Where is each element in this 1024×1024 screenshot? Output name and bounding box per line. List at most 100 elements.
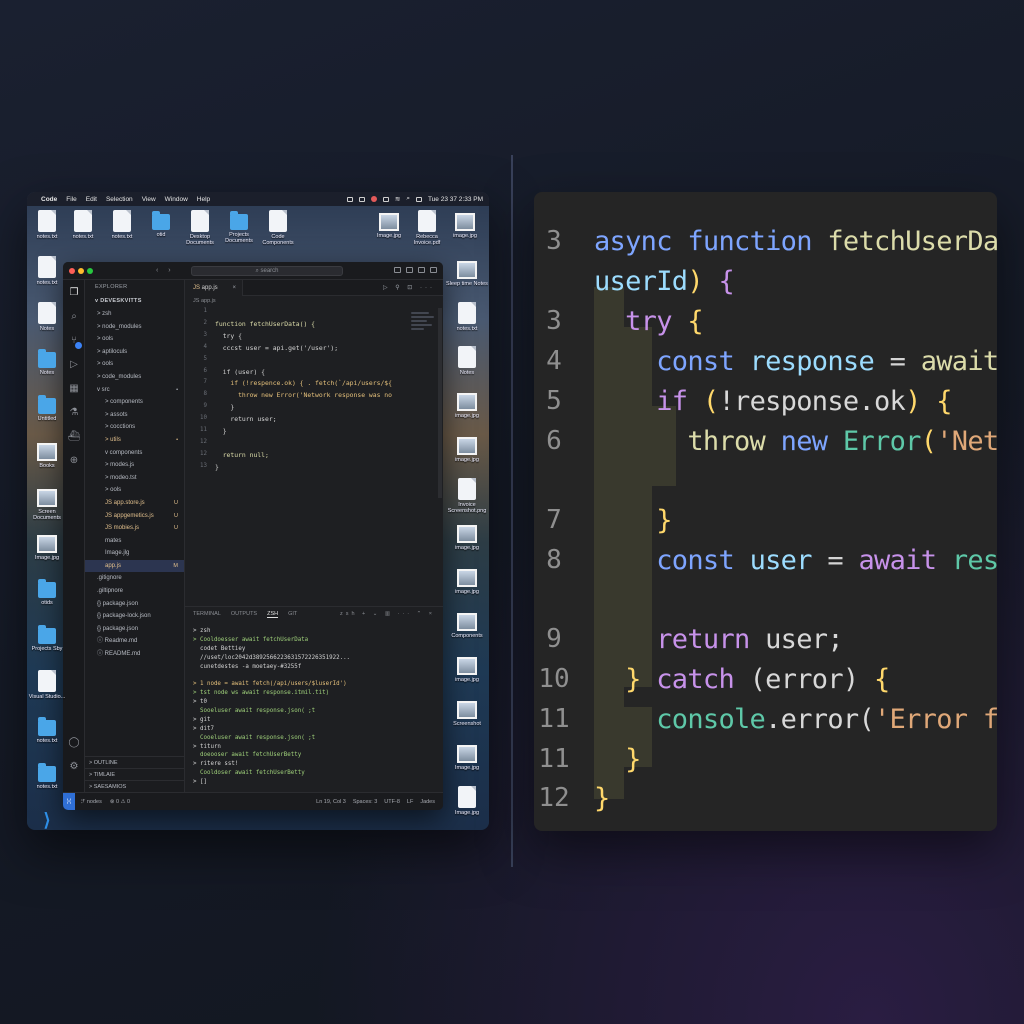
zoom-window-button[interactable] [87, 267, 93, 274]
tree-item[interactable]: > ools [85, 333, 184, 346]
status-branch[interactable]: ℱ nodes [81, 799, 102, 805]
timeline-section[interactable]: > TIMLAIE [85, 768, 184, 780]
panel-tab-zsh[interactable]: ZSH [267, 611, 279, 618]
sessions-section[interactable]: > SAESAMIOS [85, 780, 184, 792]
tree-item[interactable]: {} package-lock.json [85, 610, 184, 623]
minimize-window-button[interactable] [78, 267, 84, 274]
desktop-item[interactable]: notes.txt [61, 210, 105, 240]
desktop-item[interactable]: Screenshot [445, 698, 489, 727]
status-cursor-position[interactable]: Ln 19, Col 3 [316, 799, 346, 805]
files-icon[interactable]: ❐ [67, 286, 81, 300]
remote-icon[interactable]: ⊕ [67, 454, 81, 468]
desktop-item[interactable]: otid [139, 210, 183, 238]
desktop-item[interactable]: image.jpg [445, 566, 489, 595]
desktop-item[interactable]: Visual Studio... [27, 670, 69, 700]
desktop-item[interactable]: Notes [445, 346, 489, 376]
clock[interactable]: Tue 23 37 2:33 PM [428, 196, 483, 203]
desktop-item[interactable]: Projects Documents [217, 210, 261, 245]
tree-item[interactable]: > utils • [85, 434, 184, 447]
desktop-item[interactable]: ⟩Visual Studio Code [27, 808, 69, 830]
desktop-item[interactable]: Notes [27, 348, 69, 376]
desktop-item[interactable]: otids [27, 578, 69, 606]
desktop-item[interactable]: image.jpg [443, 210, 487, 239]
tree-item[interactable]: > code_modules [85, 371, 184, 384]
desktop-item[interactable]: Desktop Documents [178, 210, 222, 247]
tree-item[interactable]: Image.jlg [85, 547, 184, 560]
tree-item[interactable]: > zsh [85, 308, 184, 321]
desktop-item[interactable]: Image.jpg [27, 532, 69, 561]
tree-item[interactable]: {} package.json [85, 623, 184, 636]
desktop-item[interactable]: Screen Documents [27, 486, 69, 522]
tree-item[interactable]: mates [85, 535, 184, 548]
status-language[interactable]: Jades [420, 799, 435, 805]
tree-item[interactable]: app.js M [85, 559, 184, 573]
tree-item[interactable]: > modeo.tst [85, 472, 184, 485]
tree-item[interactable]: v src • [85, 384, 184, 397]
desktop-item[interactable]: image.jpg [445, 522, 489, 551]
tree-item[interactable]: JS mobies.js U [85, 522, 184, 535]
breadcrumb[interactable]: JS app.js [185, 296, 443, 306]
tree-item[interactable]: > components [85, 396, 184, 409]
desktop-item[interactable]: Books [27, 440, 69, 469]
tree-item[interactable]: ⓘ README.md [85, 648, 184, 661]
tree-item[interactable]: > ools [85, 484, 184, 497]
search-icon[interactable]: ⌕ [67, 310, 81, 324]
tree-item[interactable]: .gitignore [85, 572, 184, 585]
desktop-item[interactable]: Image.jpg [445, 742, 489, 771]
nav-arrows-icon[interactable]: ‹ › [156, 267, 175, 274]
docker-icon[interactable]: ⛴ [67, 430, 81, 444]
desktop-item[interactable]: Projects Sby [27, 624, 69, 652]
close-window-button[interactable] [69, 267, 75, 274]
panel-tab-terminal[interactable]: TERMINAL [193, 611, 221, 617]
account-icon[interactable]: ◯ [67, 736, 81, 750]
record-icon[interactable] [370, 196, 377, 202]
status-icon[interactable] [358, 196, 365, 202]
minimap[interactable] [411, 312, 437, 342]
panel-tab-outputs[interactable]: OUTPUTS [231, 611, 257, 617]
status-eol[interactable]: LF [407, 799, 413, 805]
battery-icon[interactable] [415, 196, 422, 202]
tree-item[interactable]: > aptiloculs [85, 346, 184, 359]
tree-item[interactable]: > cocctions [85, 421, 184, 434]
tab-app-js[interactable]: JS app.js × [185, 280, 243, 296]
menu-file[interactable]: File [66, 196, 76, 203]
desktop-item[interactable]: image.jpg [445, 654, 489, 683]
desktop-item[interactable]: Code Components [256, 210, 300, 247]
desktop-item[interactable]: notes.txt [27, 716, 69, 744]
search-icon[interactable]: ⌕ [406, 195, 410, 203]
desktop-item[interactable]: image.jpg [445, 390, 489, 419]
command-search-input[interactable]: ⌕ search [191, 266, 343, 276]
desktop-item[interactable]: Components [445, 610, 489, 639]
desktop-item[interactable]: Untitled [27, 394, 69, 422]
desktop-item[interactable]: notes.txt [27, 762, 69, 790]
layout-toggle-icon[interactable] [406, 267, 413, 273]
wifi-icon[interactable]: ≋ [395, 195, 400, 203]
desktop-item[interactable]: Sleep time Notes [445, 258, 489, 287]
status-icon[interactable] [346, 196, 353, 202]
outline-section[interactable]: > OUTLINE [85, 756, 184, 768]
editor-scrollbar[interactable] [438, 308, 442, 498]
project-root[interactable]: v DEVESKVITTS [85, 294, 184, 308]
tree-item[interactable]: > ools [85, 358, 184, 371]
tree-item[interactable]: v components [85, 447, 184, 460]
tree-item[interactable]: .giltipnore [85, 585, 184, 598]
layout-toggle-icon[interactable] [394, 267, 401, 273]
menu-edit[interactable]: Edit [86, 196, 97, 203]
desktop-item[interactable]: Notes [27, 302, 69, 332]
status-indentation[interactable]: Spaces: 3 [353, 799, 377, 805]
desktop-item[interactable]: notes.txt [100, 210, 144, 240]
testing-icon[interactable]: ⚗ [67, 406, 81, 420]
tree-item[interactable]: JS app.store.js U [85, 497, 184, 510]
desktop-item[interactable]: notes.txt [445, 302, 489, 332]
tree-item[interactable]: {} package.json [85, 598, 184, 611]
panel-tab-git[interactable]: GIT [288, 611, 297, 617]
run-debug-icon[interactable]: ▷ [67, 358, 81, 372]
menu-window[interactable]: Window [165, 196, 188, 203]
desktop-item[interactable]: notes.txt [27, 256, 69, 286]
status-icon[interactable] [382, 196, 389, 202]
tree-item[interactable]: > modes.js [85, 459, 184, 472]
desktop-item[interactable]: image.jpg [445, 434, 489, 463]
code-editor[interactable]: 1 2 function fetchUserData() {3 try {4 ccc… [185, 308, 443, 498]
status-problems[interactable]: ⊗ 0 ⚠ 0 [110, 799, 130, 805]
editor-actions-icon[interactable]: ▷ ⚲ ⊡ ··· [383, 284, 435, 291]
